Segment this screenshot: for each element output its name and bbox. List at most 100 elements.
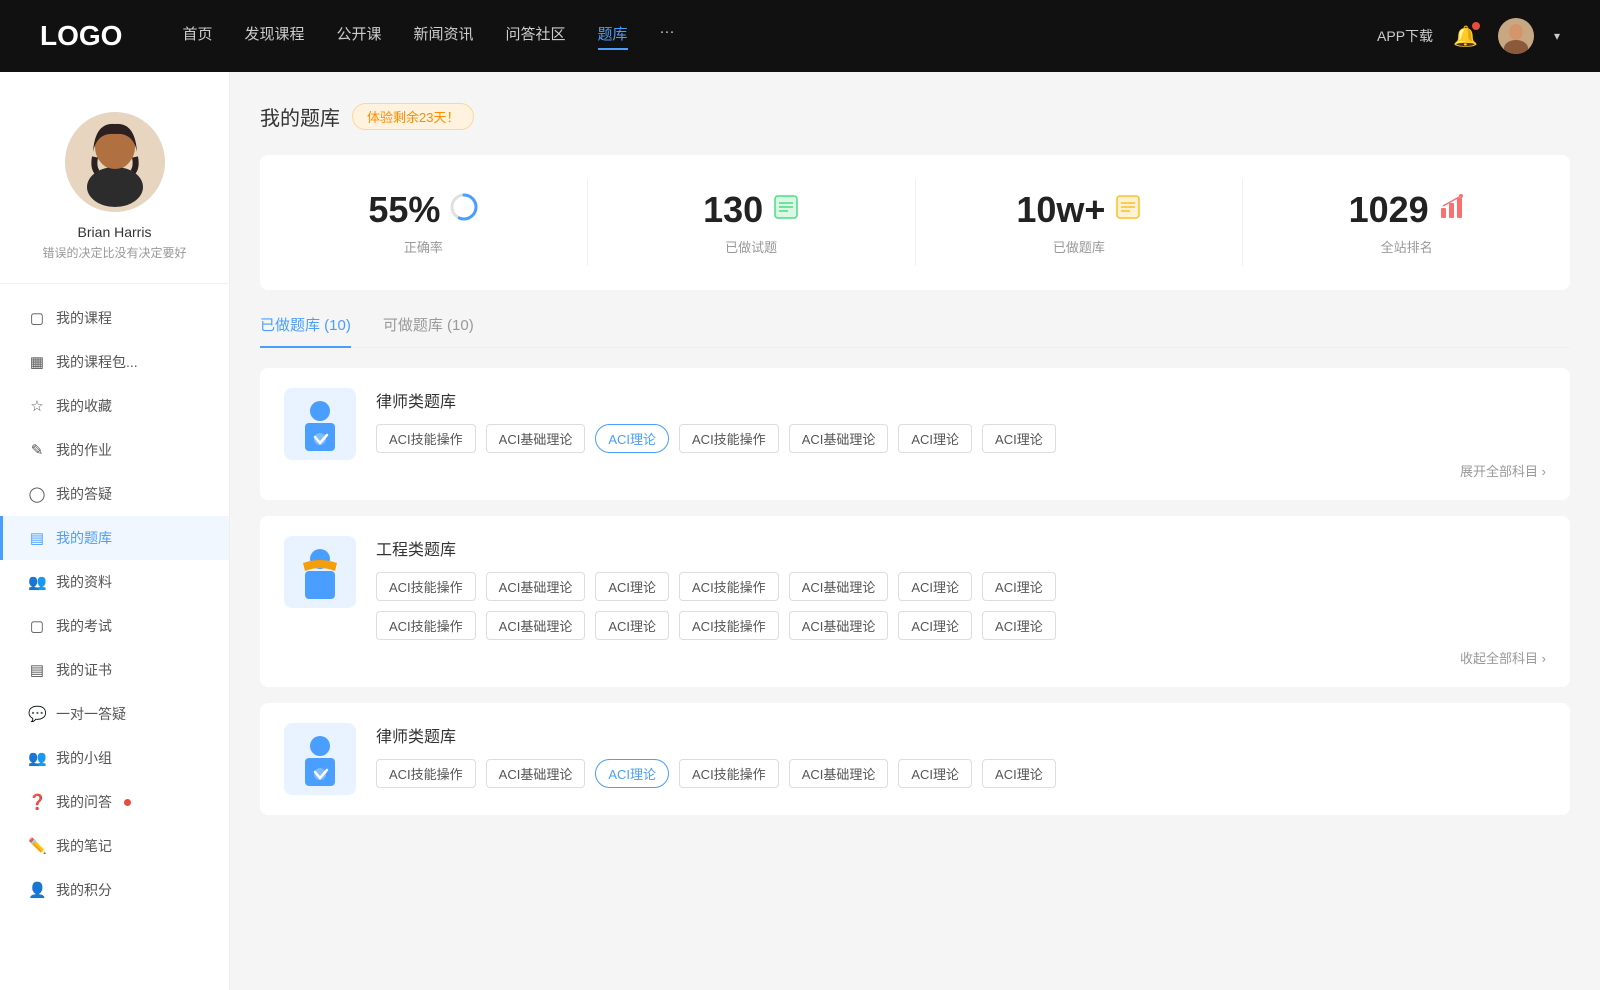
exam-icon: ▢ <box>28 617 46 635</box>
qbank-1-tag-6[interactable]: ACI理论 <box>982 424 1056 453</box>
user-menu-chevron[interactable]: ▾ <box>1554 29 1560 43</box>
qbank-2-tag-0[interactable]: ACI技能操作 <box>376 572 476 601</box>
sidebar-item-my-points[interactable]: 👤 我的积分 <box>0 868 229 912</box>
qbank-3-header: 律师类题库 ACI技能操作 ACI基础理论 ACI理论 ACI技能操作 ACI基… <box>284 723 1546 795</box>
sidebar-label-my-materials: 我的资料 <box>56 572 112 592</box>
sidebar-item-my-packages[interactable]: ▦ 我的课程包... <box>0 340 229 384</box>
tab-available[interactable]: 可做题库 (10) <box>383 314 474 347</box>
stat-accuracy: 55% 正确率 <box>260 179 588 266</box>
sidebar-item-my-groups[interactable]: 👥 我的小组 <box>0 736 229 780</box>
qbank-2-tags-row1: ACI技能操作 ACI基础理论 ACI理论 ACI技能操作 ACI基础理论 AC… <box>376 572 1546 601</box>
stat-accuracy-label: 正确率 <box>280 237 567 256</box>
points-icon: 👤 <box>28 881 46 899</box>
stat-ranking-row: 1029 <box>1263 189 1550 231</box>
qbank-3-tag-5[interactable]: ACI理论 <box>898 759 972 788</box>
stat-done-q-row: 130 <box>608 189 895 231</box>
qbank-3-tag-3[interactable]: ACI技能操作 <box>679 759 779 788</box>
qbank-2-name: 工程类题库 <box>376 536 1546 560</box>
stat-done-q-value: 130 <box>703 189 763 231</box>
sidebar-label-my-qa: 我的问答 <box>56 792 112 812</box>
nav-more[interactable]: ··· <box>660 23 675 50</box>
sidebar-item-my-qbank[interactable]: ▤ 我的题库 <box>0 516 229 560</box>
sidebar-item-my-courses[interactable]: ▢ 我的课程 <box>0 296 229 340</box>
sidebar-label-my-questions: 我的答疑 <box>56 484 112 504</box>
sidebar-item-my-materials[interactable]: 👥 我的资料 <box>0 560 229 604</box>
sidebar-item-my-certs[interactable]: ▤ 我的证书 <box>0 648 229 692</box>
qbank-icon: ▤ <box>28 529 46 547</box>
qbank-1-tag-5[interactable]: ACI理论 <box>898 424 972 453</box>
qbank-3-body: 律师类题库 ACI技能操作 ACI基础理论 ACI理论 ACI技能操作 ACI基… <box>376 723 1546 788</box>
question-icon: ◯ <box>28 485 46 503</box>
qbank-2-r2-tag-0[interactable]: ACI技能操作 <box>376 611 476 640</box>
sidebar-item-my-questions[interactable]: ◯ 我的答疑 <box>0 472 229 516</box>
nav-home[interactable]: 首页 <box>182 23 212 50</box>
qbank-2-tag-1[interactable]: ACI基础理论 <box>486 572 586 601</box>
sidebar-item-one-on-one[interactable]: 💬 一对一答疑 <box>0 692 229 736</box>
qbank-3-tag-6[interactable]: ACI理论 <box>982 759 1056 788</box>
nav-news[interactable]: 新闻资讯 <box>414 23 474 50</box>
stat-done-q-label: 已做试题 <box>608 237 895 256</box>
logo: LOGO <box>40 20 122 52</box>
qbank-card-1: 律师类题库 ACI技能操作 ACI基础理论 ACI理论 ACI技能操作 ACI基… <box>260 368 1570 500</box>
sidebar-label-my-courses: 我的课程 <box>56 308 112 328</box>
qbank-2-r2-tag-2[interactable]: ACI理论 <box>595 611 669 640</box>
profile-motto: 错误的决定比没有决定要好 <box>20 244 209 261</box>
sidebar-menu: ▢ 我的课程 ▦ 我的课程包... ☆ 我的收藏 ✎ 我的作业 ◯ 我的答疑 ▤… <box>0 296 229 912</box>
main-content: 我的题库 体验剩余23天！ 55% 正确率 <box>230 72 1600 990</box>
sidebar-item-my-notes[interactable]: ✏️ 我的笔记 <box>0 824 229 868</box>
nav-qa[interactable]: 问答社区 <box>506 23 566 50</box>
qbank-3-tag-0[interactable]: ACI技能操作 <box>376 759 476 788</box>
stat-done-banks: 10w+ 已做题库 <box>916 179 1244 266</box>
qbank-2-r2-tag-3[interactable]: ACI技能操作 <box>679 611 779 640</box>
user-avatar[interactable] <box>1498 18 1534 54</box>
qbank-2-r2-tag-1[interactable]: ACI基础理论 <box>486 611 586 640</box>
qbank-2-r2-tag-4[interactable]: ACI基础理论 <box>789 611 889 640</box>
stat-ranking-value: 1029 <box>1349 189 1429 231</box>
homework-icon: ✎ <box>28 441 46 459</box>
sidebar-item-my-qa[interactable]: ❓ 我的问答 <box>0 780 229 824</box>
qbank-1-tag-2[interactable]: ACI理论 <box>595 424 669 453</box>
qbank-tabs: 已做题库 (10) 可做题库 (10) <box>260 314 1570 348</box>
qbank-3-tags: ACI技能操作 ACI基础理论 ACI理论 ACI技能操作 ACI基础理论 AC… <box>376 759 1546 788</box>
qbank-2-expand[interactable]: 收起全部科目 › <box>376 648 1546 667</box>
qbank-1-tag-3[interactable]: ACI技能操作 <box>679 424 779 453</box>
app-download-link[interactable]: APP下载 <box>1377 26 1433 46</box>
qbank-2-r2-tag-6[interactable]: ACI理论 <box>982 611 1056 640</box>
qbank-1-icon <box>284 388 356 460</box>
qbank-1-header: 律师类题库 ACI技能操作 ACI基础理论 ACI理论 ACI技能操作 ACI基… <box>284 388 1546 480</box>
stat-done-banks-value: 10w+ <box>1016 189 1105 231</box>
qbank-3-tag-4[interactable]: ACI基础理论 <box>789 759 889 788</box>
profile-avatar <box>65 112 165 212</box>
qbank-1-tag-4[interactable]: ACI基础理论 <box>789 424 889 453</box>
profile-section: Brian Harris 错误的决定比没有决定要好 <box>0 92 229 271</box>
tab-done[interactable]: 已做题库 (10) <box>260 314 351 347</box>
qbank-2-tag-4[interactable]: ACI基础理论 <box>789 572 889 601</box>
nav-qbank[interactable]: 题库 <box>598 23 628 50</box>
qbank-1-expand[interactable]: 展开全部科目 › <box>376 461 1546 480</box>
qbank-2-tag-5[interactable]: ACI理论 <box>898 572 972 601</box>
qbank-3-tag-1[interactable]: ACI基础理论 <box>486 759 586 788</box>
page-header: 我的题库 体验剩余23天！ <box>260 102 1570 131</box>
sidebar-label-my-notes: 我的笔记 <box>56 836 112 856</box>
sidebar-item-my-favorites[interactable]: ☆ 我的收藏 <box>0 384 229 428</box>
nav-open-course[interactable]: 公开课 <box>336 23 381 50</box>
course-icon: ▢ <box>28 309 46 327</box>
qbank-2-tag-6[interactable]: ACI理论 <box>982 572 1056 601</box>
nav-discover[interactable]: 发现课程 <box>244 23 304 50</box>
sidebar-item-my-homework[interactable]: ✎ 我的作业 <box>0 428 229 472</box>
sidebar: Brian Harris 错误的决定比没有决定要好 ▢ 我的课程 ▦ 我的课程包… <box>0 72 230 990</box>
sidebar-item-my-exams[interactable]: ▢ 我的考试 <box>0 604 229 648</box>
qbank-3-tag-2[interactable]: ACI理论 <box>595 759 669 788</box>
sidebar-label-my-points: 我的积分 <box>56 880 112 900</box>
sidebar-label-my-exams: 我的考试 <box>56 616 112 636</box>
qbank-1-tag-1[interactable]: ACI基础理论 <box>486 424 586 453</box>
qbank-2-tag-3[interactable]: ACI技能操作 <box>679 572 779 601</box>
qbank-2-tag-2[interactable]: ACI理论 <box>595 572 669 601</box>
qbank-1-tag-0[interactable]: ACI技能操作 <box>376 424 476 453</box>
qbank-3-icon <box>284 723 356 795</box>
group-icon: 👥 <box>28 749 46 767</box>
sidebar-label-my-groups: 我的小组 <box>56 748 112 768</box>
notification-bell[interactable]: 🔔 <box>1453 24 1478 49</box>
accuracy-pie-icon <box>450 193 478 227</box>
qbank-2-r2-tag-5[interactable]: ACI理论 <box>898 611 972 640</box>
